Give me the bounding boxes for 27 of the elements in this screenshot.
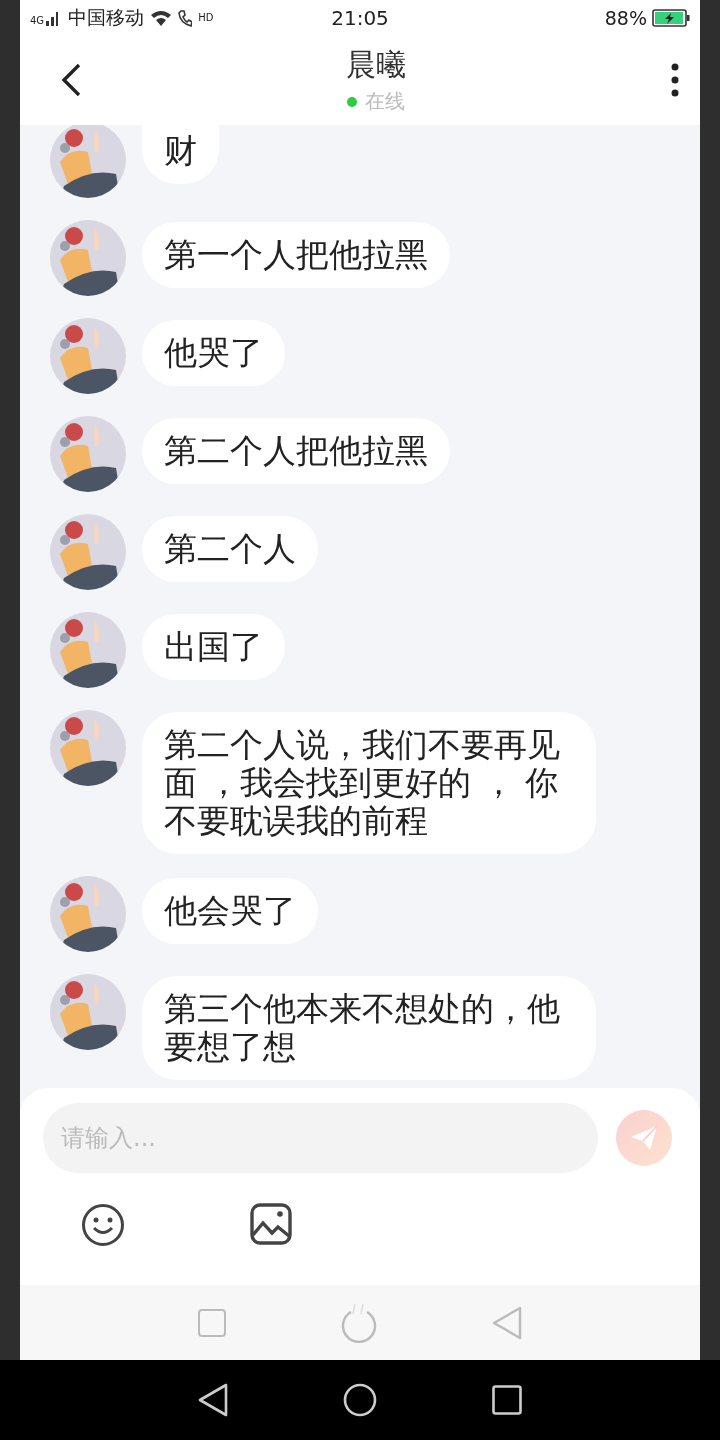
message-bubble: 第二个人 <box>142 516 318 582</box>
battery-percent: 88% <box>604 6 647 29</box>
contact-name: 晨曦 <box>346 46 406 84</box>
network-type: 4G <box>30 15 45 26</box>
back-triangle-icon[interactable] <box>197 1383 228 1417</box>
message-bubble: 第一个人把他拉黑 <box>142 222 450 288</box>
more-icon[interactable] <box>670 63 680 97</box>
message-bubble: 第二个人说，我们不要再见面 ，我会找到更好的 ， 你不要耽误我的前程 <box>142 712 596 854</box>
message-bubble: 财 <box>142 125 219 184</box>
message-input[interactable]: 请输入... <box>43 1103 598 1173</box>
message-bubble: 他哭了 <box>142 320 285 386</box>
message-bubble: 出国了 <box>142 614 285 680</box>
wifi-icon <box>150 8 173 27</box>
emoji-icon[interactable] <box>81 1203 125 1247</box>
message-bubble: 第三个他本来不想处的，他要想了想 <box>142 976 596 1080</box>
carrier-name: 中国移动 <box>68 4 145 30</box>
home-icon[interactable] <box>343 1383 377 1417</box>
phone-icon <box>178 8 193 27</box>
hd-label: HD <box>198 12 214 23</box>
online-status: 在线 <box>365 88 405 115</box>
clock: 21:05 <box>331 5 389 30</box>
square-icon[interactable] <box>492 1385 523 1415</box>
image-icon[interactable] <box>250 1203 292 1245</box>
message-bubble: 他会哭了 <box>142 878 318 944</box>
back-icon[interactable] <box>60 63 82 97</box>
loading-icon <box>341 1301 377 1344</box>
message-bubble: 第二个人把他拉黑 <box>142 418 450 484</box>
